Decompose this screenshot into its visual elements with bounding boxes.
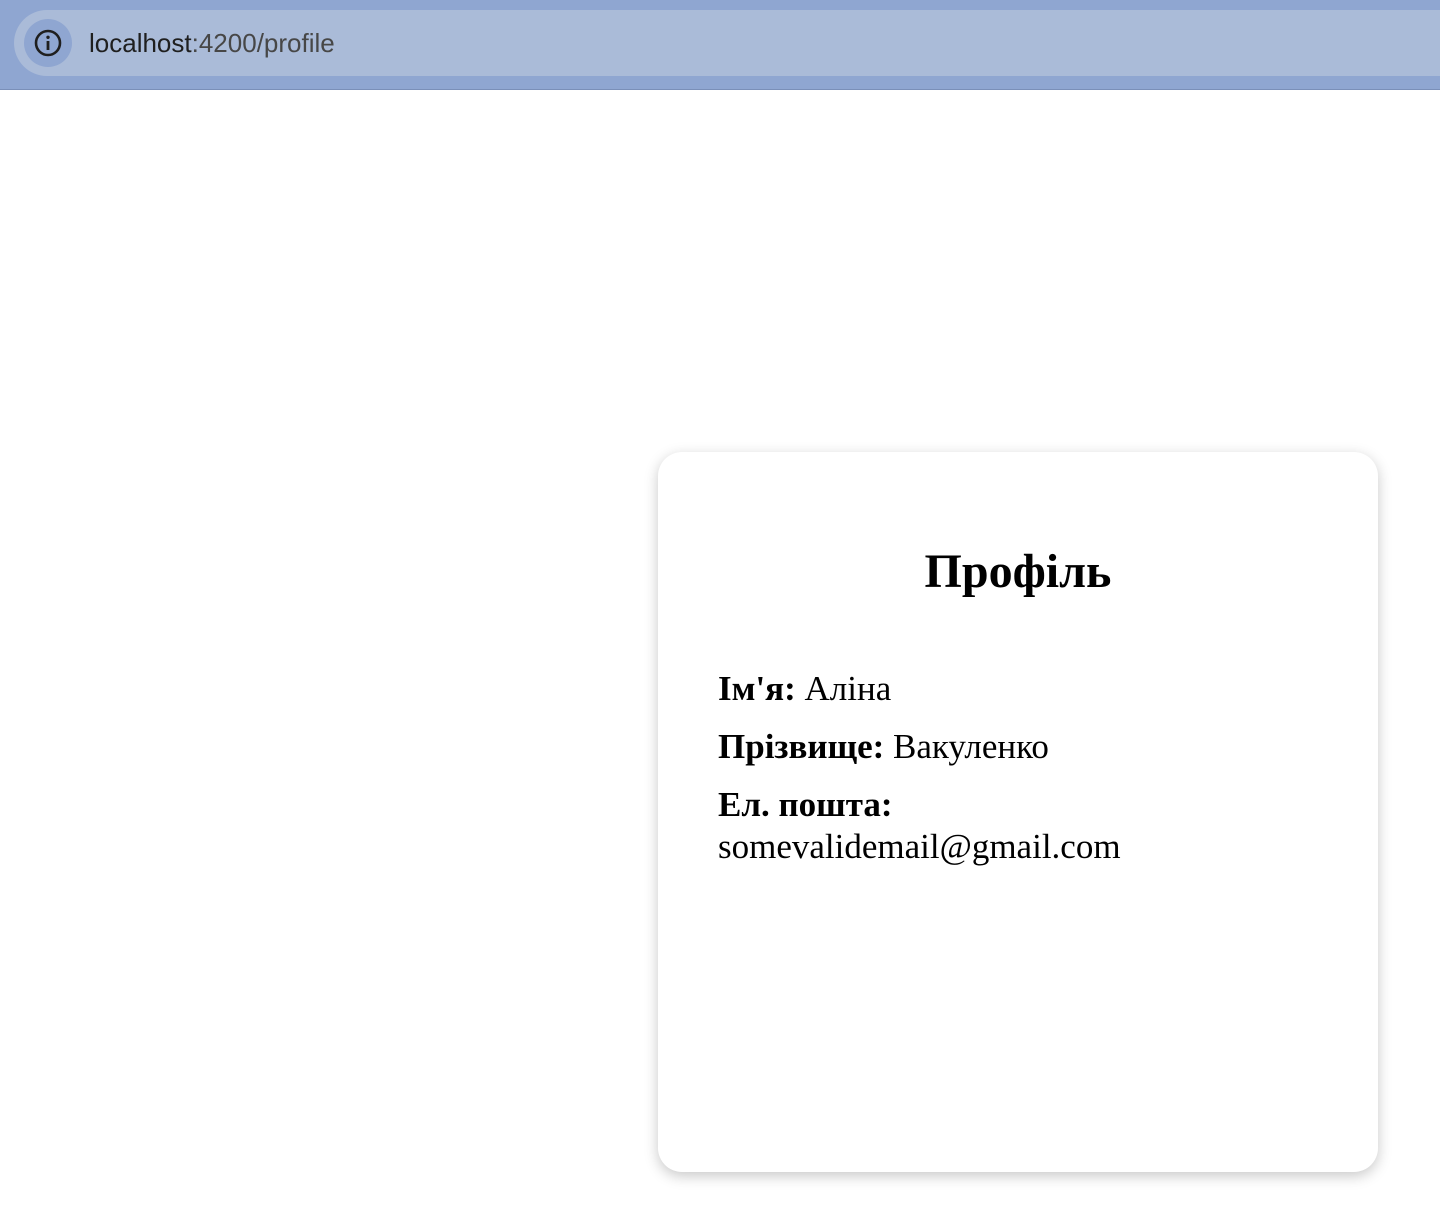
last-name-label: Прізвище: <box>718 727 885 766</box>
email-value: somevalidemail@gmail.com <box>718 827 1121 866</box>
url-host: localhost <box>89 28 192 58</box>
browser-toolbar: localhost:4200/profile <box>0 0 1440 90</box>
first-name-label: Ім'я: <box>718 669 796 708</box>
address-bar[interactable]: localhost:4200/profile <box>14 10 1440 76</box>
url-path: :4200/profile <box>191 28 335 58</box>
first-name-value: Аліна <box>804 669 892 708</box>
profile-row-email: Ел. пошта: somevalidemail@gmail.com <box>718 784 1138 868</box>
url-text[interactable]: localhost:4200/profile <box>89 27 335 59</box>
profile-card: Профіль Ім'я: Аліна Прізвище: Вакуленко … <box>658 452 1378 1172</box>
profile-row-first-name: Ім'я: Аліна <box>718 668 1138 710</box>
info-icon <box>34 29 62 57</box>
site-info-button[interactable] <box>24 19 72 67</box>
last-name-value: Вакуленко <box>893 727 1049 766</box>
profile-title: Профіль <box>924 545 1112 598</box>
profile-row-last-name: Прізвище: Вакуленко <box>718 726 1138 768</box>
email-label: Ел. пошта: <box>718 785 893 824</box>
profile-fields: Ім'я: Аліна Прізвище: Вакуленко Ел. пошт… <box>718 668 1318 868</box>
